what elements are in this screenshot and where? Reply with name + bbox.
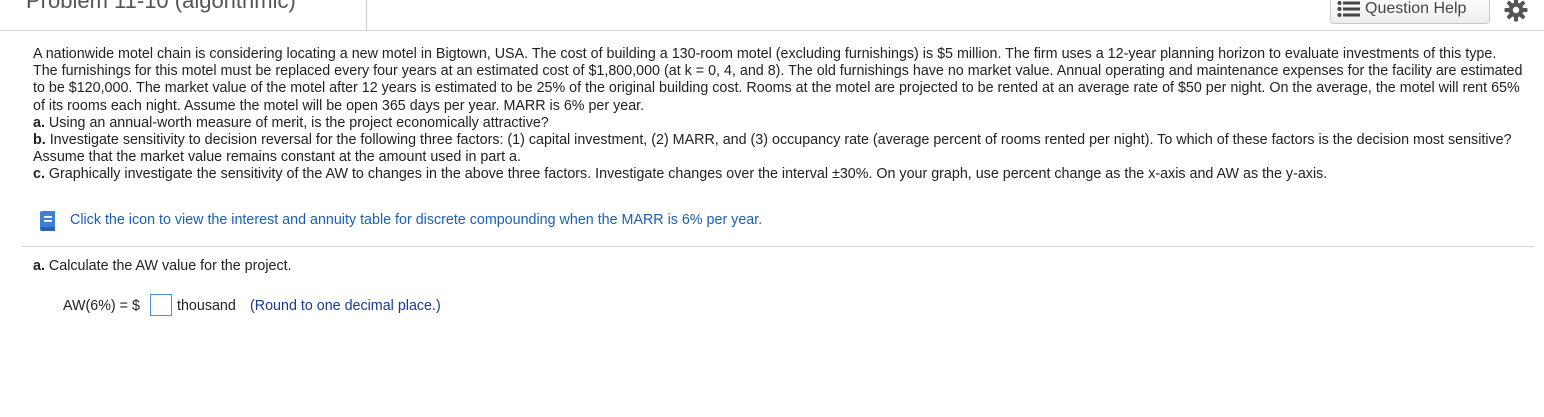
question-a-text: Calculate the AW value for the project. — [48, 258, 292, 274]
problem-intro: A nationwide motel chain is considering … — [33, 46, 1523, 114]
problem-statement: A nationwide motel chain is considering … — [33, 46, 1523, 184]
part-c-text: Graphically investigate the sensitivity … — [48, 166, 1328, 183]
part-b-text: Investigate sensitivity to decision reve… — [33, 132, 1512, 166]
question-help-button[interactable]: Question Help — [1330, 0, 1490, 24]
answer-unit: thousand — [177, 298, 236, 314]
header: Problem 11-10 (algorithmic) Question Hel… — [0, 0, 1544, 31]
rounding-hint: (Round to one decimal place.) — [250, 298, 441, 314]
part-c-label: c. — [33, 166, 45, 183]
title-divider — [366, 0, 367, 30]
aw-answer-input[interactable] — [150, 294, 172, 316]
answer-prefix: AW(6%) = $ — [63, 298, 140, 314]
book-icon[interactable] — [36, 210, 58, 232]
section-divider — [22, 246, 1534, 247]
interest-table-link[interactable]: Click the icon to view the interest and … — [70, 212, 762, 228]
gear-icon[interactable] — [1504, 0, 1528, 22]
part-b-label: b. — [33, 132, 46, 149]
question-part-a: a. Calculate the AW value for the projec… — [33, 258, 292, 274]
part-a-label: a. — [33, 114, 45, 131]
problem-part-c: c. Graphically investigate the sensitivi… — [33, 166, 1523, 183]
page: Problem 11-10 (algorithmic) Question Hel… — [0, 0, 1544, 417]
question-help-label: Question Help — [1365, 0, 1467, 17]
problem-part-a: a. Using an annual-worth measure of meri… — [33, 115, 1523, 132]
page-title: Problem 11-10 (algorithmic) — [26, 0, 296, 13]
list-icon — [1337, 1, 1360, 17]
question-a-label: a. — [33, 258, 45, 274]
part-a-text: Using an annual-worth measure of merit, … — [48, 114, 549, 131]
problem-part-b: b. Investigate sensitivity to decision r… — [33, 132, 1523, 166]
